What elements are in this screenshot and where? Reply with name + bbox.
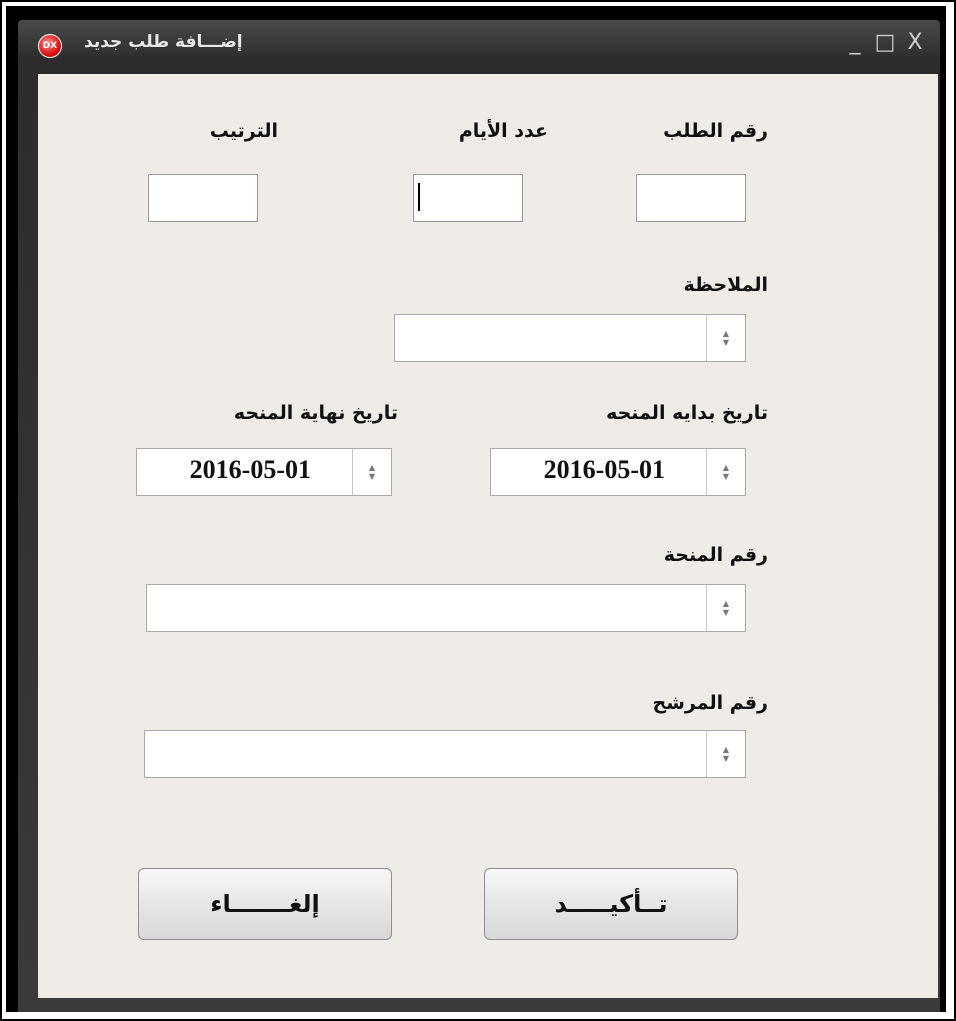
grant-number-spin-icon[interactable]: ▲ ▼ xyxy=(706,585,745,631)
days-count-input[interactable] xyxy=(413,174,523,222)
grant-start-date-picker[interactable]: 2016-05-01 ▲ ▼ xyxy=(490,448,746,496)
grant-number-combo[interactable]: ▲ ▼ xyxy=(146,584,746,632)
grant-end-date-value: 2016-05-01 xyxy=(189,455,311,484)
close-button[interactable]: X xyxy=(902,30,928,56)
text-caret xyxy=(418,183,420,211)
form-body: رقم الطلب عدد الأيام الترتيب الملاحظة ▲ ▼… xyxy=(38,74,938,998)
days-count-label: عدد الأيام xyxy=(458,120,548,142)
grant-start-date-spin-icon[interactable]: ▲ ▼ xyxy=(706,449,745,495)
grant-start-date-label: تاريخ بدايه المنحه xyxy=(606,402,768,424)
note-spin-icon[interactable]: ▲ ▼ xyxy=(706,315,745,361)
grant-end-date-picker[interactable]: 2016-05-01 ▲ ▼ xyxy=(136,448,392,496)
minimize-button[interactable]: _ xyxy=(842,30,868,56)
window-bottom-border xyxy=(18,998,940,1012)
note-combo[interactable]: ▲ ▼ xyxy=(394,314,746,362)
dialog-window: DX إضـــافة طلب جديد _ □ X رقم الطلب عدد… xyxy=(18,20,940,1012)
grant-number-label: رقم المنحة xyxy=(663,544,768,566)
maximize-button[interactable]: □ xyxy=(872,30,898,56)
order-number-label: رقم الطلب xyxy=(663,120,768,142)
title-bar[interactable]: DX إضـــافة طلب جديد _ □ X xyxy=(18,20,940,72)
grant-end-date-spin-icon[interactable]: ▲ ▼ xyxy=(352,449,391,495)
app-logo-icon: DX xyxy=(38,34,62,58)
order-number-input[interactable] xyxy=(636,174,746,222)
grant-end-date-label: تاريخ نهاية المنحه xyxy=(233,402,398,424)
order-rank-input[interactable] xyxy=(148,174,258,222)
candidate-number-label: رقم المرشح xyxy=(652,692,768,714)
cancel-button[interactable]: إلغـــــــاء xyxy=(138,868,392,940)
window-title: إضـــافة طلب جديد xyxy=(84,32,243,52)
candidate-number-combo[interactable]: ▲ ▼ xyxy=(144,730,746,778)
candidate-number-spin-icon[interactable]: ▲ ▼ xyxy=(706,731,745,777)
grant-start-date-value: 2016-05-01 xyxy=(543,455,665,484)
confirm-button[interactable]: تــأكيـــــد xyxy=(484,868,738,940)
order-rank-label: الترتيب xyxy=(209,120,278,142)
note-label: الملاحظة xyxy=(683,274,768,296)
